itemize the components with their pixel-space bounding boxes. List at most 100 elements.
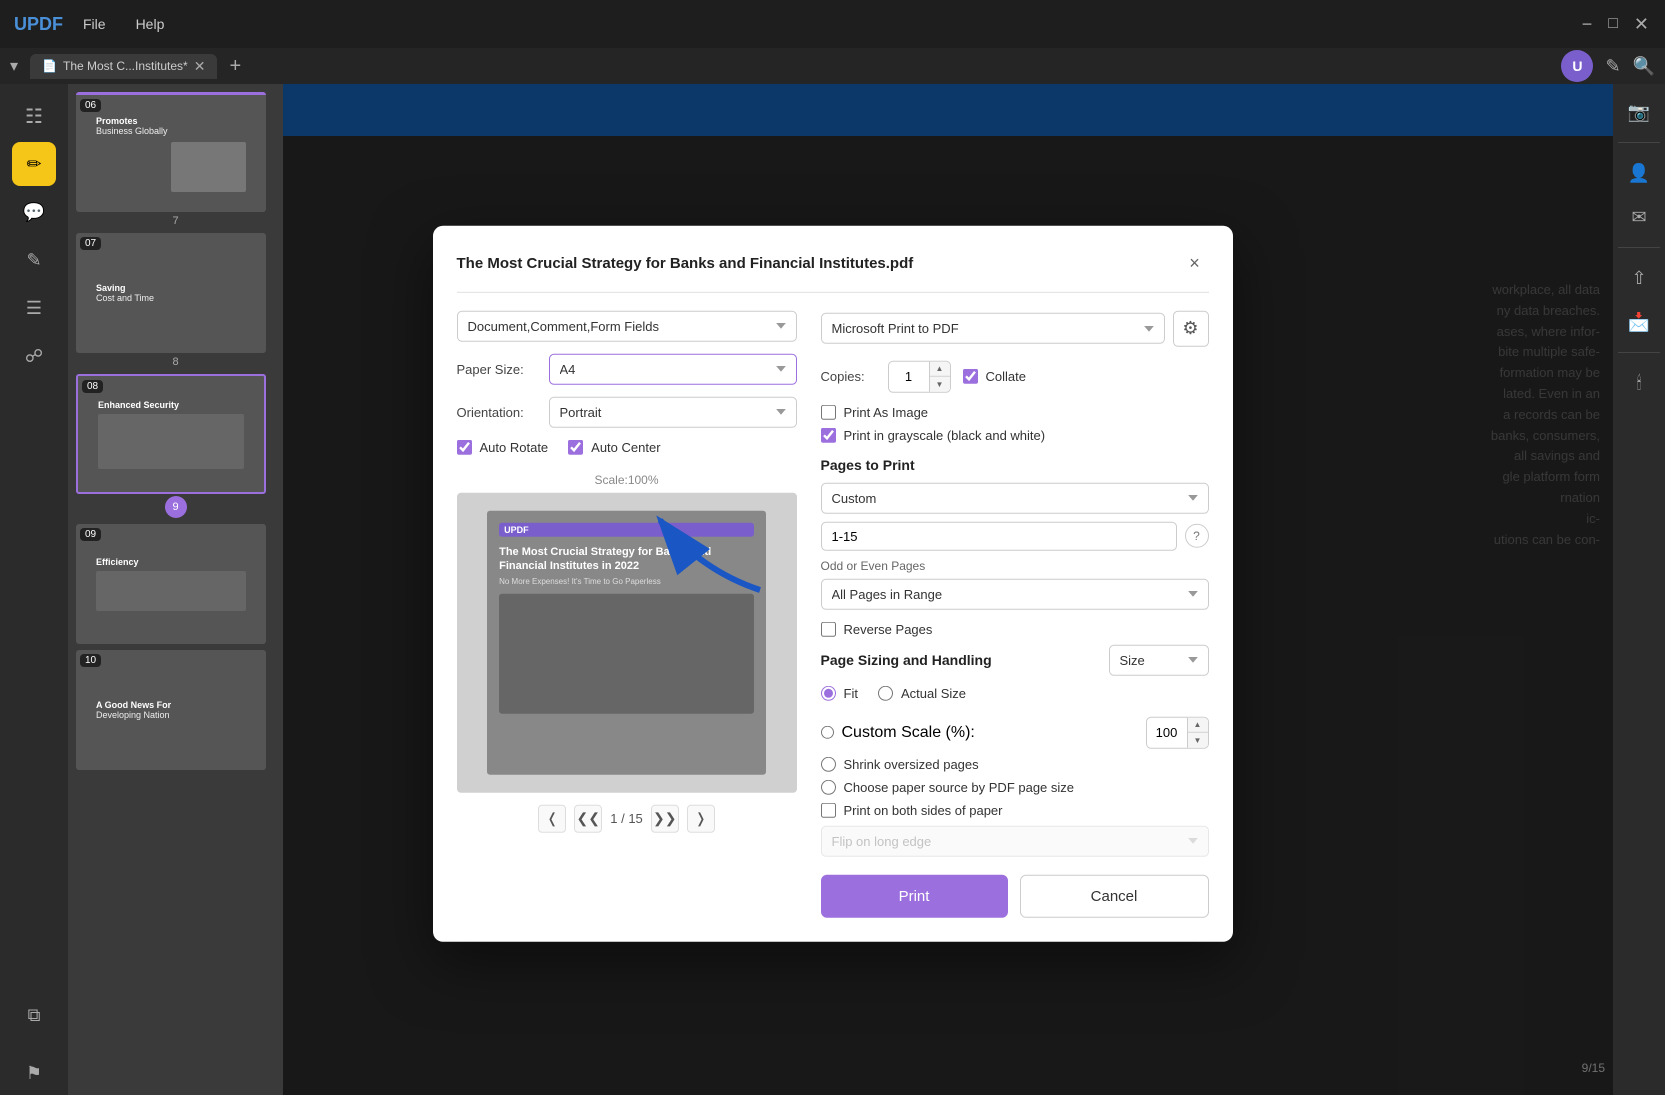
page-range-input[interactable] (821, 521, 1177, 550)
left-sidebar: ☷ ✏ 💬 ✎ ☰ ☍ ⧉ ⚑ (0, 84, 68, 1095)
preview-logo: UPDF (499, 522, 754, 536)
choose-paper-radio[interactable] (821, 779, 836, 794)
right-sidebar-icon-1[interactable]: 📷 (1621, 94, 1657, 130)
thumbnail-8[interactable]: 07 Saving Cost and Time 8 (76, 233, 275, 368)
dialog-close-button[interactable]: × (1181, 249, 1209, 277)
actual-size-radio[interactable] (878, 685, 893, 700)
pagination-info: 1 / 15 (610, 811, 643, 826)
shrink-label: Shrink oversized pages (844, 756, 979, 771)
right-sidebar-upload-icon[interactable]: ⇧ (1621, 260, 1657, 296)
size-mode-select[interactable]: Size (1109, 644, 1209, 675)
pages-custom-select[interactable]: Custom (821, 482, 1209, 513)
close-button[interactable]: ✕ (1634, 14, 1649, 35)
document-type-select[interactable]: Document,Comment,Form Fields (457, 310, 797, 341)
thumb-label: 8 (76, 356, 275, 368)
account-icon[interactable]: U (1561, 50, 1593, 82)
actual-size-label: Actual Size (901, 685, 966, 700)
sidebar-form-icon[interactable]: ☍ (12, 334, 56, 378)
last-page-button[interactable]: ❭ (687, 804, 715, 832)
prev-page-button[interactable]: ❮❮ (574, 804, 602, 832)
shrink-radio-row: Shrink oversized pages (821, 756, 1209, 771)
copies-up-button[interactable]: ▲ (930, 360, 950, 376)
preview-subtitle: No More Expenses! It's Time to Go Paperl… (499, 577, 754, 586)
both-sides-checkbox[interactable] (821, 802, 836, 817)
flip-dropdown-group: Flip on long edge (821, 825, 1209, 856)
active-tab[interactable]: 📄 The Most C...Institutes* ✕ (30, 54, 217, 79)
dialog-header: The Most Crucial Strategy for Banks and … (457, 249, 1209, 292)
scale-up-button[interactable]: ▲ (1188, 716, 1208, 732)
pen-tool-icon[interactable]: ✎ (1605, 56, 1620, 77)
right-sidebar-icon-2[interactable]: 👤 (1621, 155, 1657, 191)
search-icon[interactable]: 🔍 (1633, 56, 1655, 77)
all-pages-select[interactable]: All Pages in Range (821, 578, 1209, 609)
print-as-image-row: Print As Image (821, 404, 1209, 419)
both-sides-row: Print on both sides of paper (821, 802, 1209, 817)
copies-input[interactable] (889, 369, 929, 384)
grayscale-checkbox[interactable] (821, 427, 836, 442)
fit-radio-row: Fit (821, 685, 858, 700)
right-sidebar-icon-3[interactable]: ✉ (1621, 199, 1657, 235)
nav-menu: File Help (83, 16, 164, 32)
grayscale-row: Print in grayscale (black and white) (821, 427, 1209, 442)
nav-file[interactable]: File (83, 16, 106, 32)
tab-bar: ▾ 📄 The Most C...Institutes* ✕ + U ✎ 🔍 (0, 48, 1665, 84)
tab-dropdown-icon[interactable]: ▾ (10, 56, 18, 76)
copies-spin: ▲ ▼ (929, 360, 950, 392)
collate-label: Collate (986, 369, 1026, 384)
copies-down-button[interactable]: ▼ (930, 376, 950, 392)
paper-size-label: Paper Size: (457, 361, 537, 376)
next-page-button[interactable]: ❯❯ (651, 804, 679, 832)
shrink-radio[interactable] (821, 756, 836, 771)
sidebar-edit-icon[interactable]: ✎ (12, 238, 56, 282)
nav-help[interactable]: Help (136, 16, 165, 32)
paper-size-select[interactable]: A4 (549, 353, 797, 384)
sidebar-highlight-icon[interactable]: ✏ (12, 142, 56, 186)
range-input-row: ? (821, 521, 1209, 550)
collate-checkbox[interactable] (963, 369, 978, 384)
print-as-image-checkbox[interactable] (821, 404, 836, 419)
scale-value-input[interactable] (1147, 725, 1187, 740)
sidebar-pages-icon[interactable]: ☷ (12, 94, 56, 138)
selected-page-badge: 9 (165, 496, 187, 518)
thumbnail-7[interactable]: 06 Promotes Business Globally 7 (76, 92, 275, 227)
reverse-pages-label: Reverse Pages (844, 621, 933, 636)
scale-input-group: ▲ ▼ (1146, 716, 1209, 748)
dialog-title: The Most Crucial Strategy for Banks and … (457, 255, 914, 272)
restore-button[interactable]: □ (1608, 15, 1618, 33)
right-sidebar-storage-icon[interactable]: 🕯 (1621, 365, 1657, 401)
sidebar-bookmark-icon[interactable]: ⚑ (12, 1051, 56, 1095)
scale-spin: ▲ ▼ (1187, 716, 1208, 748)
preview-inner: UPDF The Most Crucial Strategy for Banks… (487, 510, 766, 774)
right-sidebar: 📷 👤 ✉ ⇧ 📩 🕯 (1613, 84, 1665, 1095)
fit-radio[interactable] (821, 685, 836, 700)
minimize-button[interactable]: − (1582, 14, 1593, 35)
dialog-left-col: Document,Comment,Form Fields Paper Size:… (457, 310, 797, 917)
sidebar-layer-icon[interactable]: ⧉ (12, 993, 56, 1037)
reverse-pages-checkbox[interactable] (821, 621, 836, 636)
printer-select[interactable]: Microsoft Print to PDF (821, 313, 1165, 344)
custom-scale-radio[interactable] (821, 726, 834, 739)
range-help-button[interactable]: ? (1185, 524, 1209, 548)
cancel-button[interactable]: Cancel (1020, 874, 1209, 917)
printer-settings-button[interactable]: ⚙ (1173, 310, 1209, 346)
auto-center-checkbox[interactable] (568, 439, 583, 454)
copies-row: Copies: ▲ ▼ Collate (821, 360, 1209, 392)
new-tab-button[interactable]: + (229, 55, 241, 78)
auto-rotate-label: Auto Rotate (480, 439, 549, 454)
thumbnail-10[interactable]: 09 Efficiency (76, 524, 275, 644)
tab-close-icon[interactable]: ✕ (194, 58, 206, 75)
first-page-button[interactable]: ❬ (538, 804, 566, 832)
copies-input-group: ▲ ▼ (888, 360, 951, 392)
print-button[interactable]: Print (821, 874, 1008, 917)
auto-rotate-checkbox[interactable] (457, 439, 472, 454)
thumbnail-11[interactable]: 10 A Good News For Developing Nation (76, 650, 275, 770)
sidebar-list-icon[interactable]: ☰ (12, 286, 56, 330)
reverse-pages-row: Reverse Pages (821, 621, 1209, 636)
thumbnail-9[interactable]: 08 Enhanced Security 9 (76, 374, 275, 518)
sidebar-comment-icon[interactable]: 💬 (12, 190, 56, 234)
paper-size-group: Paper Size: A4 (457, 353, 797, 384)
right-sidebar-mail-icon[interactable]: 📩 (1621, 304, 1657, 340)
scale-down-button[interactable]: ▼ (1188, 732, 1208, 748)
orientation-select[interactable]: Portrait (549, 396, 797, 427)
orientation-label: Orientation: (457, 404, 537, 419)
